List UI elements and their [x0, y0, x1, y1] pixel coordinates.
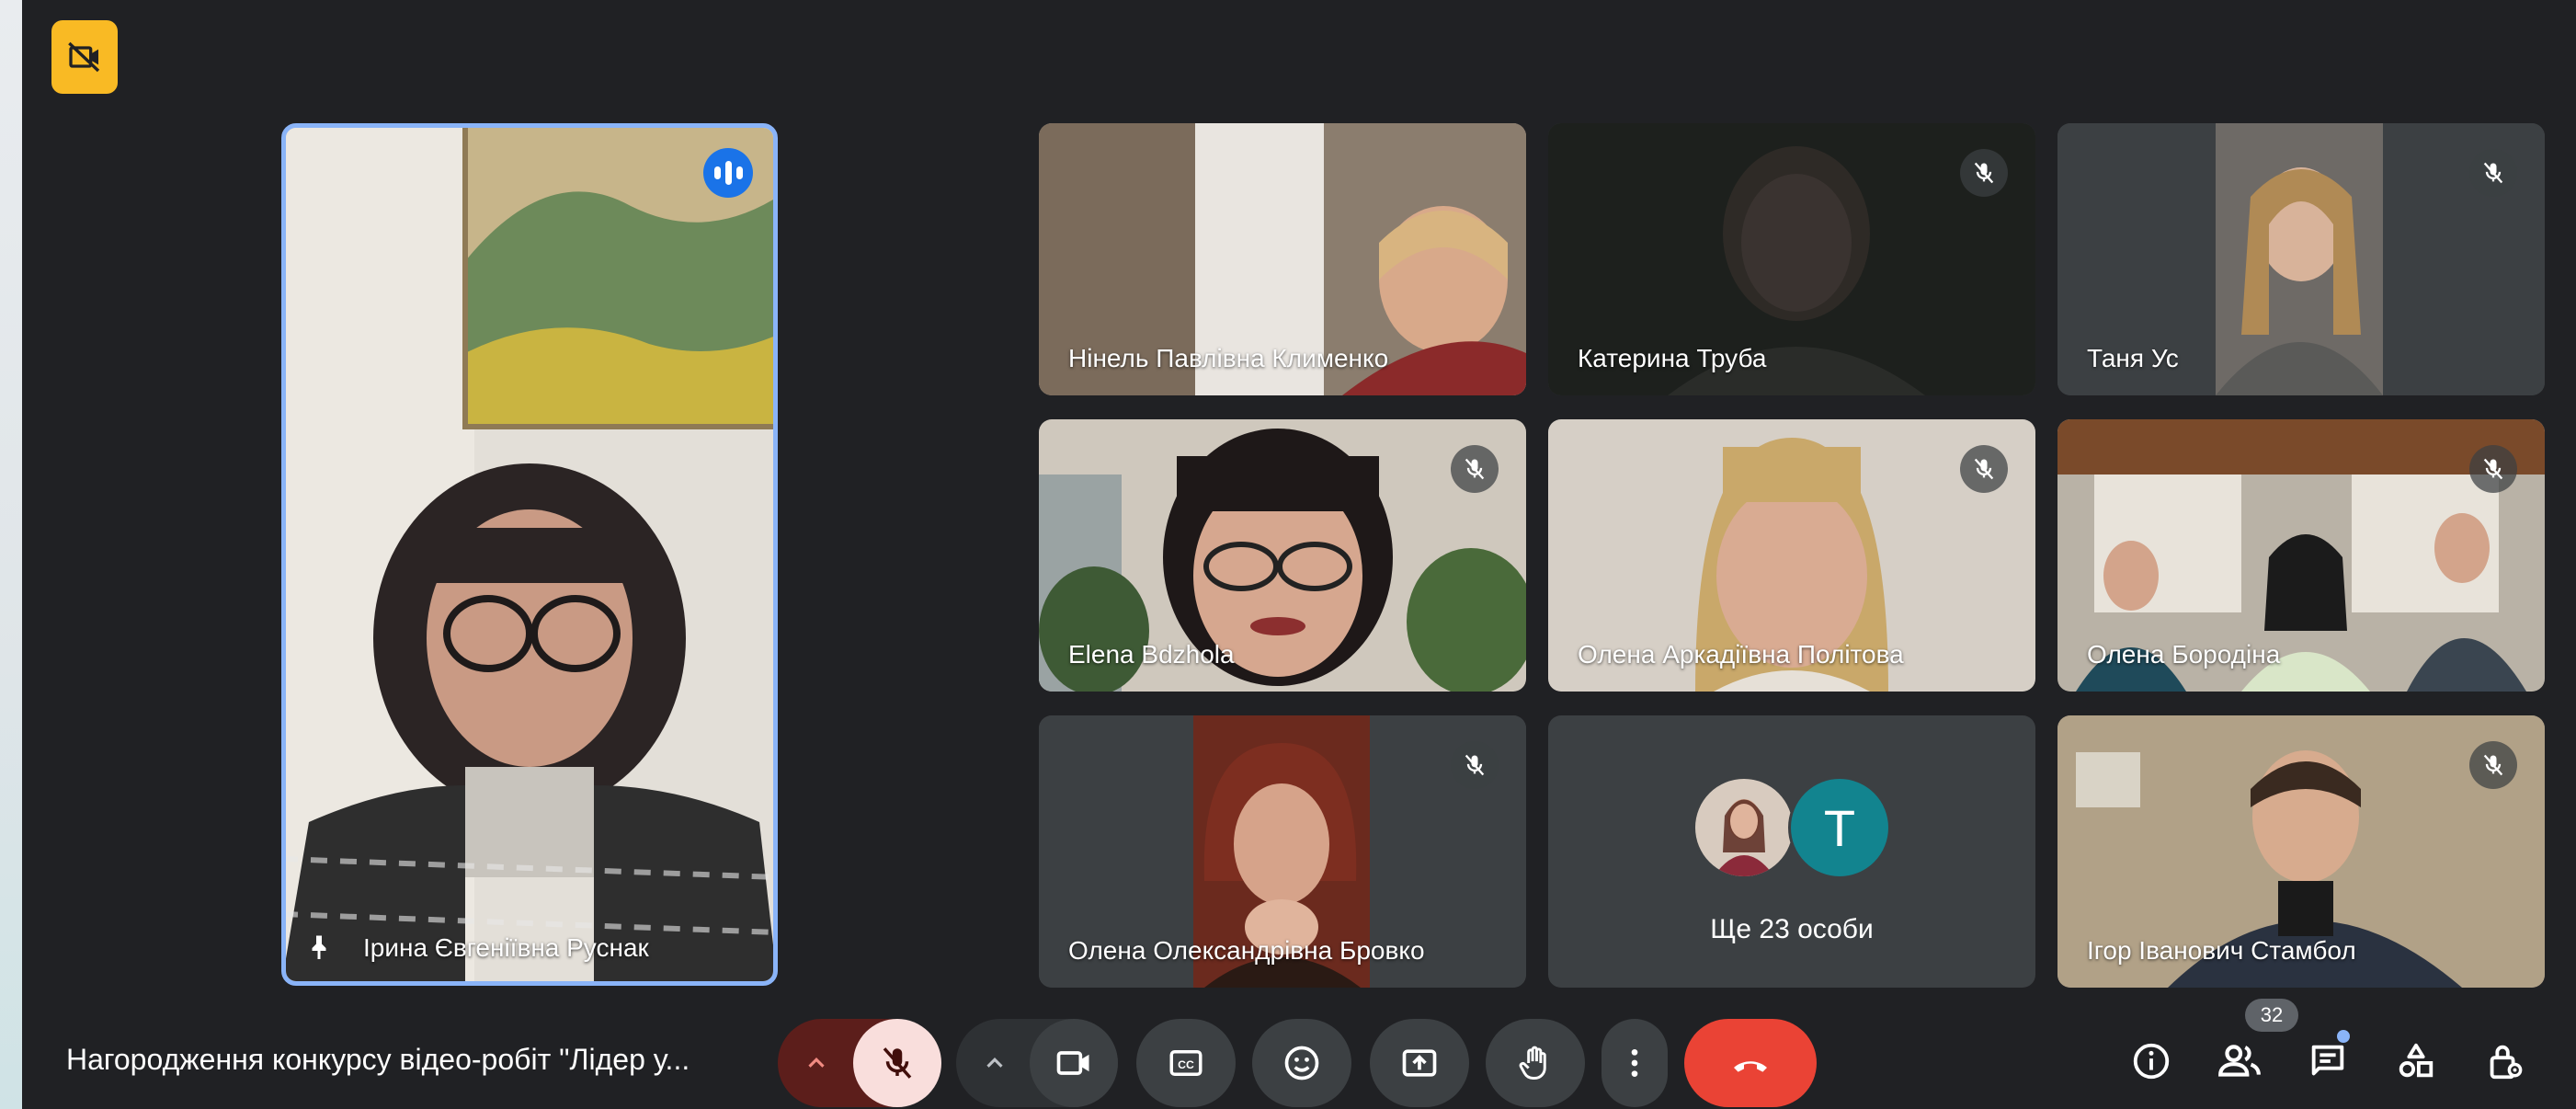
- call-end-icon: [1734, 1061, 1767, 1072]
- mic-off-indicator: [1960, 445, 2008, 493]
- recording-off-indicator[interactable]: [51, 20, 118, 94]
- mic-off-icon: [1465, 458, 1485, 480]
- chat-notification-dot: [2337, 1030, 2350, 1043]
- participant-tile[interactable]: Ігор Іванович Стамбол: [2057, 715, 2545, 988]
- meeting-details-button[interactable]: [2118, 1028, 2184, 1094]
- mic-off-icon: [2483, 754, 2503, 776]
- speaker-name: Ірина Євгеніївна Руснак: [363, 933, 649, 962]
- chevron-up-icon: [986, 1058, 1003, 1068]
- camera-control-group: [956, 1019, 1118, 1107]
- videocam-icon: [1056, 1051, 1089, 1075]
- closed-caption-icon: CC: [1169, 1050, 1203, 1076]
- participant-name: Ігор Іванович Стамбол: [2087, 936, 2356, 965]
- chevron-up-icon: [808, 1058, 825, 1068]
- pinned-speaker-tile[interactable]: Ірина Євгеніївна Руснак: [281, 123, 778, 986]
- meeting-title: Нагородження конкурсу відео-робіт "Лідер…: [66, 1043, 690, 1076]
- mic-off-indicator: [2469, 445, 2517, 493]
- participant-tile[interactable]: Катерина Труба: [1548, 123, 2035, 395]
- audio-options-button[interactable]: [778, 1019, 855, 1107]
- camera-toggle-button[interactable]: [1030, 1019, 1118, 1107]
- participant-name: Олена Аркадіївна Політова: [1578, 640, 1904, 669]
- captions-button[interactable]: CC: [1136, 1019, 1236, 1107]
- show-everyone-button[interactable]: [2206, 1028, 2273, 1094]
- mic-off-indicator: [1960, 149, 2008, 197]
- svg-text:CC: CC: [1178, 1058, 1194, 1071]
- reactions-button[interactable]: [1252, 1019, 1351, 1107]
- host-controls-button[interactable]: [2471, 1028, 2537, 1094]
- people-icon: [2218, 1045, 2261, 1077]
- people-count-badge: 32: [2245, 999, 2298, 1032]
- participant-avatar: [1693, 776, 1795, 879]
- mic-off-icon: [2483, 458, 2503, 480]
- mic-off-icon: [2483, 162, 2503, 184]
- participant-name: Олена Бородіна: [2087, 640, 2281, 669]
- more-participants-tile[interactable]: T Ще 23 особи: [1548, 715, 2035, 988]
- participant-tile[interactable]: Олена Бородіна: [2057, 419, 2545, 692]
- mic-off-indicator: [2469, 149, 2517, 197]
- host-controls-icon: [2490, 1045, 2523, 1080]
- emoji-icon: [1284, 1046, 1319, 1080]
- mic-off-icon: [883, 1047, 912, 1079]
- mic-control-group: [778, 1019, 941, 1107]
- chat-icon: [2311, 1045, 2344, 1076]
- raise-hand-button[interactable]: [1486, 1019, 1585, 1107]
- participant-tile[interactable]: Олена Аркадіївна Політова: [1548, 419, 2035, 692]
- pin-icon[interactable]: [302, 932, 336, 965]
- mic-off-indicator: [2469, 741, 2517, 789]
- more-participants-label: Ще 23 особи: [1710, 914, 1874, 944]
- present-to-all-icon: [1402, 1049, 1437, 1077]
- leave-call-button[interactable]: [1684, 1019, 1817, 1107]
- chat-button[interactable]: [2295, 1028, 2361, 1094]
- present-now-button[interactable]: [1370, 1019, 1469, 1107]
- participant-name: Нінель Павлівна Клименко: [1068, 344, 1389, 372]
- mic-off-indicator: [1451, 445, 1499, 493]
- participant-tile[interactable]: Таня Ус: [2057, 123, 2545, 395]
- participant-avatar-initial: T: [1788, 776, 1891, 879]
- left-window-edge: [0, 0, 22, 1109]
- mic-off-icon: [1465, 754, 1485, 776]
- more-options-button[interactable]: [1601, 1019, 1668, 1107]
- meeting-controls-bar: Нагородження конкурсу відео-робіт "Лідер…: [0, 999, 2576, 1109]
- microphone-toggle-button[interactable]: [853, 1019, 941, 1107]
- participant-name: Катерина Труба: [1578, 344, 1767, 372]
- participant-name: Elena Bdzhola: [1068, 640, 1235, 669]
- video-options-button[interactable]: [956, 1019, 1033, 1107]
- mic-off-indicator: [1451, 741, 1499, 789]
- activities-icon: [2399, 1043, 2434, 1078]
- recording-off-icon: [68, 41, 100, 73]
- participant-name: Таня Ус: [2087, 344, 2179, 372]
- speaker-video: [286, 128, 773, 981]
- participant-tile[interactable]: Elena Bdzhola: [1039, 419, 1526, 692]
- mic-off-icon: [1974, 162, 1994, 184]
- info-icon: [2133, 1043, 2170, 1080]
- participant-tile[interactable]: Олена Олександрівна Бровко: [1039, 715, 1526, 988]
- speaking-indicator: [703, 148, 753, 198]
- more-participants-avatars: T: [1693, 776, 1891, 879]
- mic-off-icon: [1974, 458, 1994, 480]
- raise-hand-icon: [1519, 1046, 1546, 1080]
- activities-button[interactable]: [2383, 1028, 2449, 1094]
- participant-tile[interactable]: Нінель Павлівна Клименко: [1039, 123, 1526, 395]
- participant-name: Олена Олександрівна Бровко: [1068, 936, 1425, 965]
- more-vert-icon: [1631, 1049, 1638, 1077]
